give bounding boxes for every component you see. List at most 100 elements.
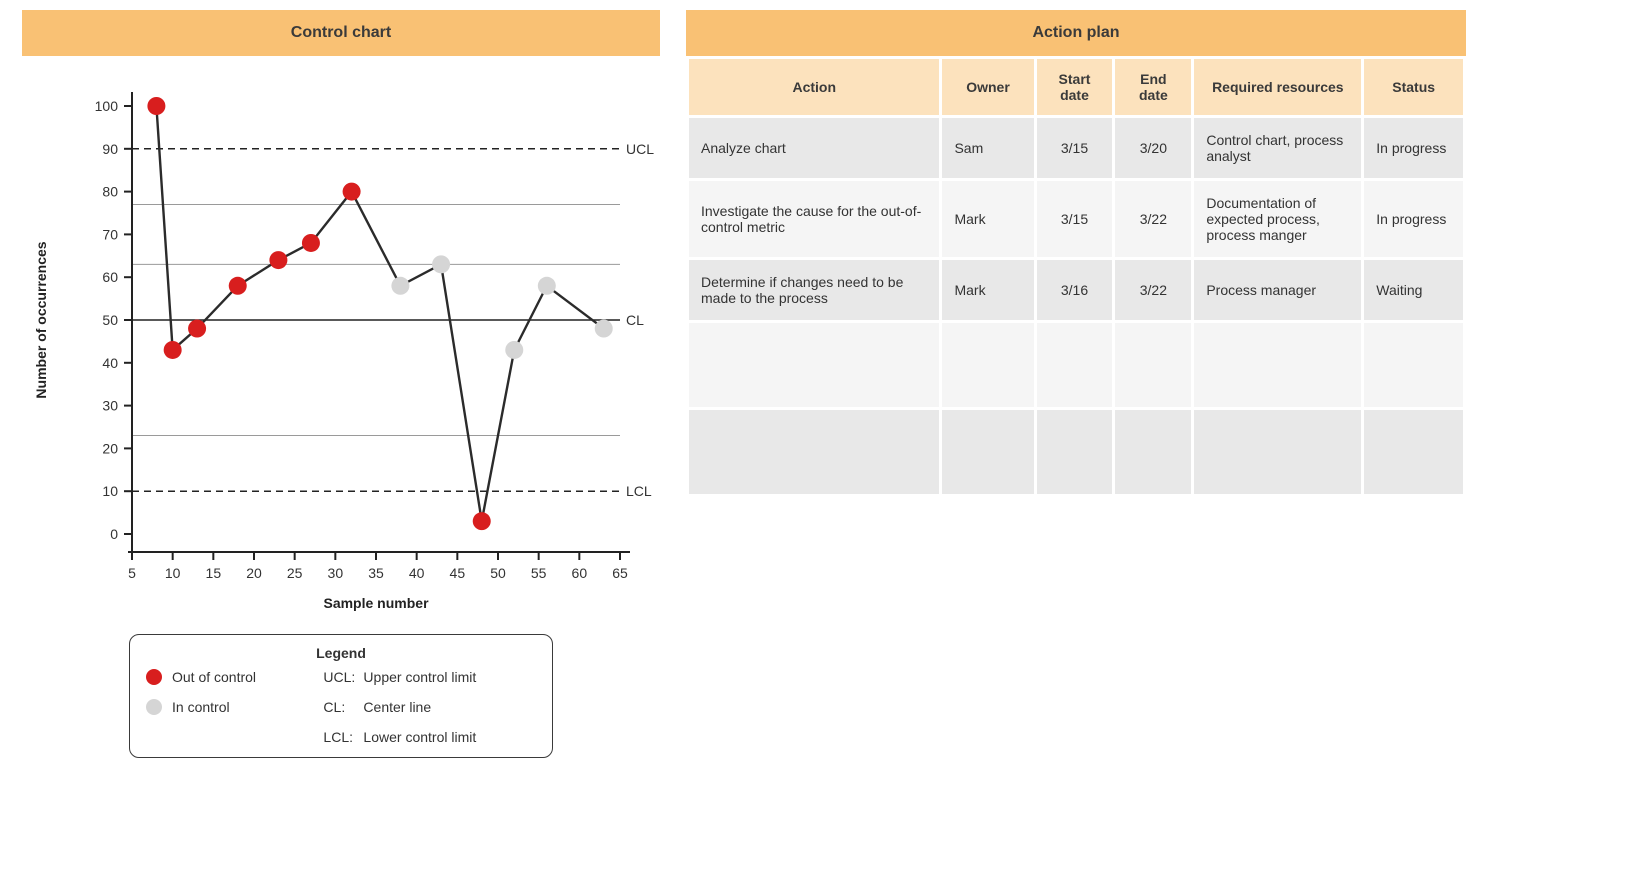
legend-ucl-abbr: UCL: (323, 669, 357, 685)
legend-lcl: LCL: Lower control limit (323, 729, 536, 745)
cell-resources (1194, 323, 1361, 407)
data-point (538, 277, 556, 295)
table-row (689, 323, 1463, 407)
cell-status (1364, 410, 1463, 494)
svg-text:60: 60 (572, 565, 588, 581)
cell-start: 3/15 (1037, 181, 1113, 257)
svg-text:20: 20 (246, 565, 262, 581)
legend-title: Legend (146, 645, 536, 661)
svg-text:80: 80 (102, 184, 118, 200)
cell-end: 3/22 (1115, 260, 1191, 320)
col-action: Action (689, 59, 939, 115)
legend-cl-abbr: CL: (323, 699, 357, 715)
svg-text:25: 25 (287, 565, 303, 581)
col-end: End date (1115, 59, 1191, 115)
limit-label: UCL (626, 141, 654, 157)
cell-resources: Process manager (1194, 260, 1361, 320)
cell-owner: Sam (942, 118, 1033, 178)
col-owner: Owner (942, 59, 1033, 115)
svg-text:35: 35 (368, 565, 384, 581)
data-point (343, 183, 361, 201)
data-point (391, 277, 409, 295)
data-point (595, 320, 613, 338)
table-row: Investigate the cause for the out-of-con… (689, 181, 1463, 257)
data-point (269, 251, 287, 269)
control-chart-svg: UCLCLLCL01020304050607080901005101520253… (22, 56, 660, 616)
cell-start (1037, 410, 1113, 494)
cell-status: Waiting (1364, 260, 1463, 320)
cell-status: In progress (1364, 118, 1463, 178)
limit-label: CL (626, 312, 644, 328)
dot-icon (146, 699, 162, 715)
cell-action (689, 410, 939, 494)
cell-owner (942, 323, 1033, 407)
legend-lcl-full: Lower control limit (363, 729, 476, 745)
col-resources: Required resources (1194, 59, 1361, 115)
data-point (505, 341, 523, 359)
svg-text:30: 30 (102, 398, 118, 414)
cell-resources: Control chart, process analyst (1194, 118, 1361, 178)
svg-text:10: 10 (165, 565, 181, 581)
svg-text:70: 70 (102, 226, 118, 242)
svg-text:10: 10 (102, 483, 118, 499)
cell-end (1115, 323, 1191, 407)
svg-text:60: 60 (102, 269, 118, 285)
legend-cl: CL: Center line (323, 699, 536, 715)
data-point (147, 97, 165, 115)
legend-ucl-full: Upper control limit (363, 669, 476, 685)
legend-cl-full: Center line (363, 699, 431, 715)
svg-text:50: 50 (490, 565, 506, 581)
svg-text:20: 20 (102, 440, 118, 456)
data-point (473, 512, 491, 530)
table-row: Analyze chartSam3/153/20Control chart, p… (689, 118, 1463, 178)
legend-in-control: In control (146, 699, 305, 715)
action-plan-panel: Action plan Action Owner Start date End … (686, 10, 1466, 497)
data-point (164, 341, 182, 359)
data-point (432, 255, 450, 273)
legend-out-label: Out of control (172, 669, 256, 685)
cell-end: 3/22 (1115, 181, 1191, 257)
col-start: Start date (1037, 59, 1113, 115)
table-row: Determine if changes need to be made to … (689, 260, 1463, 320)
legend-out-of-control: Out of control (146, 669, 305, 685)
cell-owner (942, 410, 1033, 494)
svg-text:15: 15 (206, 565, 222, 581)
control-chart-panel: Control chart UCLCLLCL010203040506070809… (22, 10, 660, 758)
cell-action: Investigate the cause for the out-of-con… (689, 181, 939, 257)
data-point (229, 277, 247, 295)
legend-in-label: In control (172, 699, 230, 715)
table-row (689, 410, 1463, 494)
cell-end: 3/20 (1115, 118, 1191, 178)
svg-text:90: 90 (102, 141, 118, 157)
col-status: Status (1364, 59, 1463, 115)
limit-label: LCL (626, 483, 652, 499)
cell-action (689, 323, 939, 407)
cell-owner: Mark (942, 260, 1033, 320)
control-chart: UCLCLLCL01020304050607080901005101520253… (22, 56, 660, 616)
action-plan-table: Action Owner Start date End date Require… (686, 56, 1466, 497)
svg-text:55: 55 (531, 565, 547, 581)
svg-text:30: 30 (328, 565, 344, 581)
x-axis-label: Sample number (323, 595, 429, 611)
svg-text:50: 50 (102, 312, 118, 328)
y-axis-label: Number of occurrences (33, 241, 49, 398)
action-plan-title: Action plan (686, 10, 1466, 56)
svg-text:40: 40 (102, 355, 118, 371)
svg-text:0: 0 (110, 526, 118, 542)
svg-text:40: 40 (409, 565, 425, 581)
cell-action: Determine if changes need to be made to … (689, 260, 939, 320)
cell-resources: Documentation of expected process, proce… (1194, 181, 1361, 257)
svg-text:45: 45 (450, 565, 466, 581)
dot-icon (146, 669, 162, 685)
cell-status (1364, 323, 1463, 407)
cell-resources (1194, 410, 1361, 494)
data-point (188, 320, 206, 338)
cell-start: 3/16 (1037, 260, 1113, 320)
legend-ucl: UCL: Upper control limit (323, 669, 536, 685)
cell-start (1037, 323, 1113, 407)
cell-start: 3/15 (1037, 118, 1113, 178)
cell-owner: Mark (942, 181, 1033, 257)
cell-action: Analyze chart (689, 118, 939, 178)
svg-text:65: 65 (612, 565, 628, 581)
legend-lcl-abbr: LCL: (323, 729, 357, 745)
